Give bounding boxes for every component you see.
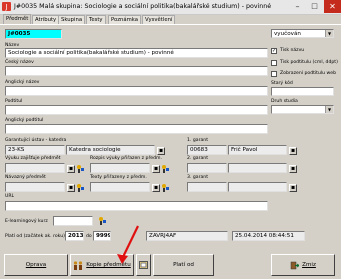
stary-kod-label: Starý kód [271, 81, 293, 86]
window-title: J#0035 Malá skupina: Sociologie a sociál… [14, 3, 272, 10]
garant-ustav-code-field[interactable]: 23-KS [5, 145, 65, 155]
maximize-button[interactable]: □ [306, 0, 323, 13]
garant1-name-field[interactable]: Frič Pavol [228, 145, 287, 155]
navazny-lookup-button[interactable]: ▪ [67, 184, 75, 192]
plati-od-button-label: Platí od [173, 262, 194, 268]
code-field[interactable]: J#0035 [5, 29, 62, 39]
garant2-lookup-button[interactable]: ▪ [289, 165, 297, 173]
tisk-podtitulu-label: Tisk podtitulu (cml, ddpt) [280, 60, 338, 65]
garant3-name-field[interactable] [228, 182, 287, 192]
oprava-button[interactable]: Oprava [4, 254, 68, 276]
checkbox-zobrazeni-podtitulu[interactable] [271, 71, 277, 77]
person-search-icon[interactable] [76, 164, 85, 173]
person-search-icon[interactable] [161, 183, 170, 192]
cesky-nazev-field[interactable] [5, 66, 268, 76]
garant-ustav-name-field[interactable]: Katedra sociologie [66, 145, 155, 155]
year-to-field[interactable]: 9999 [93, 231, 111, 241]
rozpis-lookup-button[interactable]: ▪ [152, 165, 160, 173]
garant3-lookup-button[interactable]: ▪ [289, 184, 297, 192]
title-bar: J J#0035 Malá skupina: Sociologie a soci… [0, 0, 341, 15]
druh-studia-label: Druh studia [271, 99, 298, 104]
svg-text:J: J [4, 3, 7, 11]
url-label: URL [5, 194, 15, 199]
garant2-id-field[interactable] [187, 163, 227, 173]
garant1-lookup-button[interactable]: ▪ [289, 147, 297, 155]
druh-studia-dropdown[interactable]: ▼ [271, 105, 334, 114]
timestamp-field: 25.04.2014 08:44:51 [232, 231, 305, 241]
garant2-label: 2. garant [187, 156, 208, 161]
oprava-label: Oprava [25, 262, 47, 268]
navazny-field[interactable] [5, 182, 65, 192]
checkbox-tisk-podtitulu[interactable] [271, 60, 277, 66]
minimize-button[interactable]: – [289, 0, 306, 13]
chevron-down-icon[interactable]: ▼ [325, 30, 333, 37]
texty-lookup-button[interactable]: ▪ [152, 184, 160, 192]
close-button[interactable]: ✕ [324, 0, 341, 13]
author-code-field: ZAVRJ4AF [146, 231, 228, 241]
garant-ustav-lookup-button[interactable]: ▪ [157, 147, 165, 155]
person-search-icon[interactable] [98, 216, 107, 225]
person-search-icon[interactable] [76, 183, 85, 192]
garant3-id-field[interactable] [187, 182, 227, 192]
plati-od-button[interactable]: Platí od [153, 254, 214, 276]
garant2-name-field[interactable] [228, 163, 287, 173]
podtitul-field[interactable] [5, 105, 268, 115]
exit-door-icon [290, 261, 300, 269]
zmiz-label: Zmiz [302, 262, 316, 268]
nazev-field[interactable]: Sociologie a sociální politika(bakalářsk… [5, 48, 268, 58]
garant1-label: 1. garant [187, 138, 208, 143]
url-field[interactable] [5, 201, 268, 211]
anglicky-podtitul-label: Anglický podtitul [5, 118, 44, 123]
texty-label: Texty přiřazeny z předm. [90, 175, 147, 180]
anglicky-podtitul-field[interactable] [5, 124, 268, 134]
annotation-arrow-icon [117, 225, 139, 264]
texty-field[interactable] [90, 182, 150, 192]
chevron-down-icon[interactable]: ▼ [325, 106, 333, 113]
checkbox-tisk-nazvu[interactable]: ✓ [271, 48, 277, 54]
year-from-field[interactable]: 2013 [65, 231, 84, 241]
garant1-id-field[interactable]: 00683 [187, 145, 227, 155]
garant-ustav-label: Garantující ústav - katedra [5, 138, 67, 143]
people-icon [74, 260, 83, 270]
navazny-label: Návazný předmět [5, 175, 46, 180]
plati-od-label: Platí od (začátek ak. roku) [5, 234, 65, 239]
zobrazeni-label: Zobrazení podtitulu web [280, 71, 337, 76]
zmiz-button[interactable]: Zmiz [271, 254, 335, 276]
status-dropdown[interactable]: vyučován ▼ [271, 29, 334, 38]
status-value: vyučován [274, 31, 301, 37]
vyuka-label: Výuku zajišťuje předmět [5, 156, 61, 161]
tab-panel-border [0, 24, 341, 25]
podtitul-label: Podtitul [5, 99, 23, 104]
garant3-label: 3. garant [187, 175, 208, 180]
rozpis-field[interactable] [90, 163, 150, 173]
vyuka-lookup-button[interactable]: ▪ [67, 165, 75, 173]
anglicky-nazev-field[interactable] [5, 86, 268, 96]
do-label: do [86, 234, 92, 239]
tisk-nazvu-label: Tisk názvu [280, 48, 305, 53]
cesky-nazev-label: Český název [5, 60, 34, 65]
app-icon: J [2, 2, 11, 11]
person-search-icon[interactable] [161, 164, 170, 173]
elearning-label: E-learningový kurz [5, 219, 48, 224]
rozpis-label: Rozpis výuky přiřazen z předm. [90, 156, 162, 161]
anglicky-nazev-label: Anglický název [5, 80, 40, 85]
vyuka-field[interactable] [5, 163, 65, 173]
stary-kod-field[interactable] [271, 87, 334, 96]
elearning-field[interactable] [53, 216, 93, 226]
